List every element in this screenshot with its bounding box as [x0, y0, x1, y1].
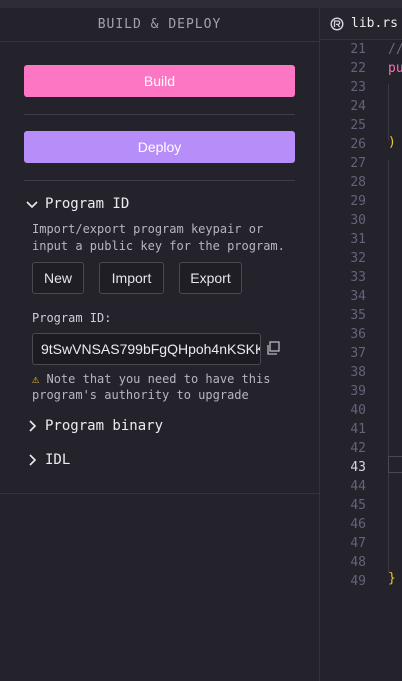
line-number: 37: [350, 346, 366, 361]
line-number: 23: [350, 80, 366, 95]
chevron-down-icon: [26, 201, 38, 209]
program-id-input[interactable]: 9tSwVNSAS799bFgQHpoh4nKSKK3: [32, 333, 261, 365]
line-number: 26: [350, 137, 366, 152]
line-number: 35: [350, 308, 366, 323]
line-number: 29: [350, 194, 366, 209]
divider: [24, 180, 295, 181]
code-line-22: pu: [388, 61, 402, 76]
line-number: 44: [350, 479, 366, 494]
line-number: 43: [350, 460, 366, 475]
line-number: 41: [350, 422, 366, 437]
editor-tab-lib-rs[interactable]: lib.rs: [320, 8, 402, 40]
build-deploy-sidebar: BUILD & DEPLOY Build Deploy Program ID I…: [0, 8, 319, 681]
line-number: 38: [350, 365, 366, 380]
line-number: 33: [350, 270, 366, 285]
line-number: 45: [350, 498, 366, 513]
build-button[interactable]: Build: [24, 65, 295, 97]
line-number: 34: [350, 289, 366, 304]
code-editor[interactable]: 21 22 23 24 25 26 27 28 29 30 31 32 33 34 35 36 37 38 39 40…: [320, 40, 402, 681]
line-number: 40: [350, 403, 366, 418]
chevron-right-icon: [29, 454, 37, 466]
authority-warning: ⚠ Note that you need to have this progra…: [32, 371, 302, 403]
program-id-value: 9tSwVNSAS799bFgQHpoh4nKSKK3: [41, 341, 261, 357]
chevron-right-icon: [29, 420, 37, 432]
program-id-description: Import/export program keypair or input a…: [32, 222, 285, 253]
program-id-label: Program ID:: [32, 311, 112, 325]
deploy-button[interactable]: Deploy: [24, 131, 295, 163]
sidebar-title: BUILD & DEPLOY: [0, 8, 319, 42]
indent-guide: [388, 160, 389, 573]
line-number: 31: [350, 232, 366, 247]
program-id-section-title: Program ID: [45, 196, 130, 212]
copy-icon[interactable]: [265, 340, 281, 356]
line-number: 48: [350, 555, 366, 570]
line-number: 25: [350, 118, 366, 133]
line-number: 30: [350, 213, 366, 228]
line-number: 28: [350, 175, 366, 190]
warning-icon: ⚠: [32, 372, 40, 386]
rust-icon: [330, 16, 344, 31]
idl-section-toggle[interactable]: IDL: [24, 452, 70, 468]
warning-text: Note that you need to have this program'…: [32, 372, 271, 402]
program-binary-section-title: Program binary: [45, 418, 164, 434]
line-number: 36: [350, 327, 366, 342]
line-number: 21: [350, 42, 366, 57]
line-number: 46: [350, 517, 366, 532]
sidebar-bottom-divider: [0, 493, 319, 494]
line-number: 22: [350, 61, 366, 76]
import-keypair-button[interactable]: Import: [99, 262, 164, 294]
code-line-26: ): [388, 135, 396, 150]
editor-tab-bar: lib.rs: [320, 8, 402, 40]
editor-tab-label: lib.rs: [351, 16, 398, 31]
line-number: 27: [350, 156, 366, 171]
window-top-strip: [0, 0, 402, 8]
line-number: 49: [350, 574, 366, 589]
program-id-section-toggle[interactable]: Program ID: [24, 196, 129, 212]
program-binary-section-toggle[interactable]: Program binary: [24, 418, 163, 434]
line-number: 47: [350, 536, 366, 551]
line-number: 32: [350, 251, 366, 266]
new-keypair-button[interactable]: New: [32, 262, 84, 294]
line-number: 42: [350, 441, 366, 456]
line-number: 39: [350, 384, 366, 399]
code-line-49: }: [388, 571, 396, 586]
current-line-highlight: [388, 456, 402, 473]
line-number: 24: [350, 99, 366, 114]
code-line-21: //: [388, 42, 402, 57]
export-keypair-button[interactable]: Export: [179, 262, 242, 294]
indent-guide: [388, 84, 389, 140]
idl-section-title: IDL: [45, 452, 71, 468]
divider: [24, 114, 295, 115]
